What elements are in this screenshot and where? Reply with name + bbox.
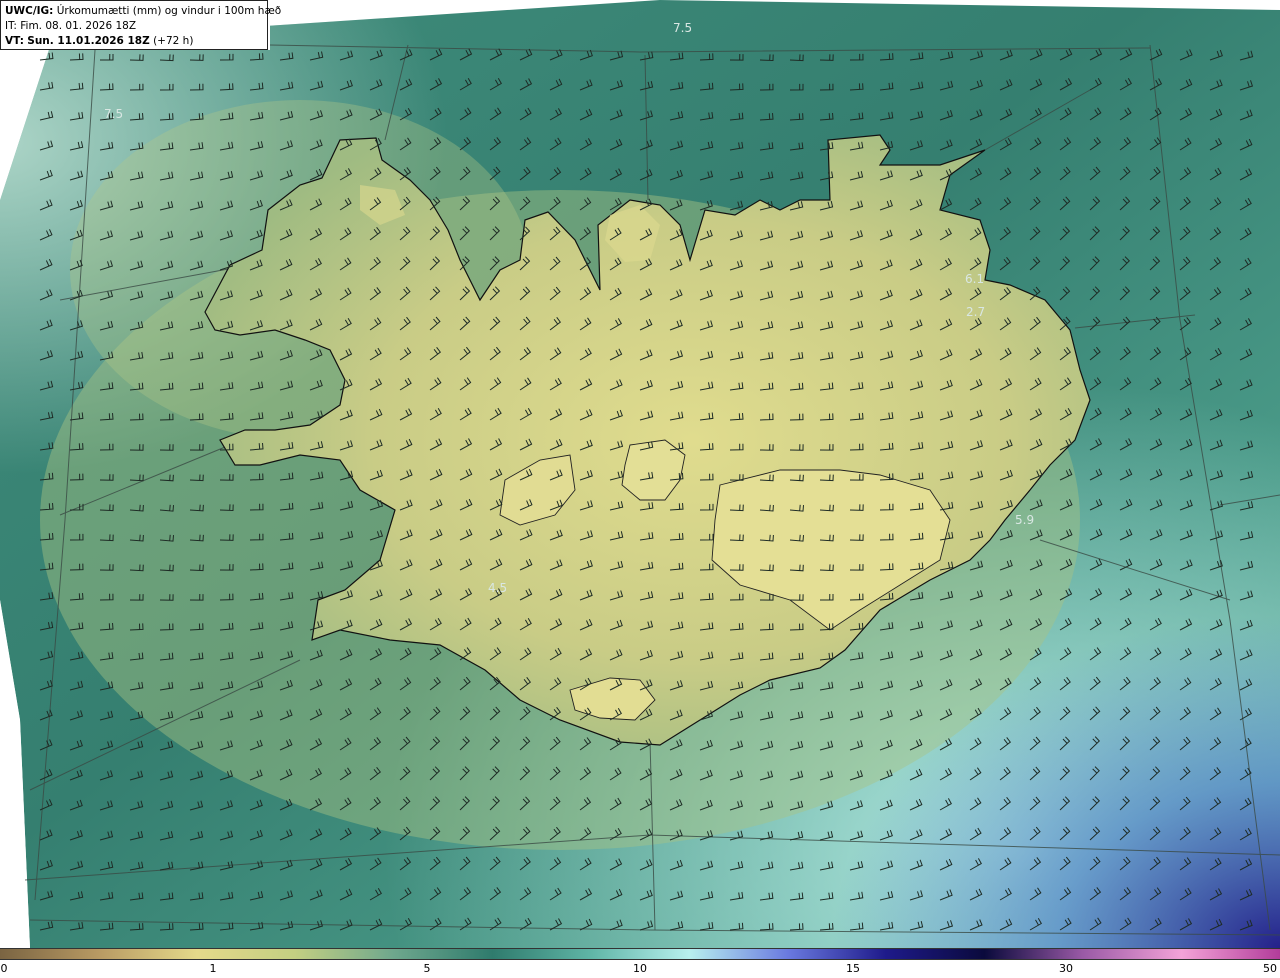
valid-time-value: Sun. 11.01.2026 18Z bbox=[27, 35, 150, 47]
colorbar-tick-0: 0 bbox=[0, 962, 8, 975]
colorbar-tick-2: 5 bbox=[423, 962, 431, 975]
init-time-row: IT: Fim. 08. 01. 2026 18Z bbox=[5, 19, 263, 34]
colorbar-tick-5: 30 bbox=[1059, 962, 1073, 975]
colorbar-tick-6: 50 bbox=[1263, 962, 1277, 975]
title-row: UWC/IG: Úrkomumætti (mm) og vindur i 100… bbox=[5, 4, 281, 19]
map-label: 5.9 bbox=[1015, 513, 1034, 527]
colorbar-tick-1: 1 bbox=[209, 962, 217, 975]
colorbar-tick-4: 15 bbox=[846, 962, 860, 975]
map-label: 7.5 bbox=[673, 21, 692, 35]
map-info-box: UWC/IG: Úrkomumætti (mm) og vindur i 100… bbox=[0, 0, 281, 50]
map-label: 7.5 bbox=[104, 107, 123, 121]
init-time-value: Fim. 08. 01. 2026 18Z bbox=[20, 20, 137, 32]
valid-time-label: VT: bbox=[5, 35, 24, 47]
map-title: Úrkomumætti (mm) og vindur i 100m hæð bbox=[56, 5, 282, 17]
map-label: 4.5 bbox=[488, 581, 507, 595]
map-label: 2.7 bbox=[966, 305, 985, 319]
model-name: UWC/IG: bbox=[5, 5, 54, 17]
valid-time-offset: (+72 h) bbox=[153, 35, 194, 47]
init-time-label: IT: bbox=[5, 20, 17, 32]
colorbar-tick-3: 10 bbox=[633, 962, 647, 975]
map-label: 6.1 bbox=[965, 272, 984, 286]
valid-time-row: VT: Sun. 11.01.2026 18Z (+72 h) bbox=[5, 34, 263, 49]
precip-colorbar bbox=[0, 948, 1280, 960]
weather-map: 7.5 7.5 6.1 2.7 5.9 4.5 bbox=[0, 0, 1280, 948]
